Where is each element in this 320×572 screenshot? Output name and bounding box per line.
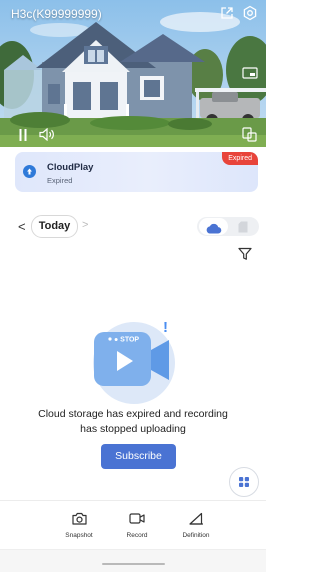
- next-day-button[interactable]: >: [82, 219, 88, 231]
- live-video-view[interactable]: H3c(K99999999): [0, 0, 266, 147]
- cloudplay-card[interactable]: CloudPlay Expired Expired: [15, 152, 258, 192]
- cloud-expired-message: Cloud storage has expired and recording …: [20, 407, 246, 437]
- date-selector[interactable]: Today: [31, 215, 78, 238]
- video-frame-image: [0, 0, 266, 147]
- video-camera-icon: [107, 510, 167, 526]
- camera-icon: [49, 510, 109, 526]
- sd-card-icon[interactable]: [238, 220, 248, 238]
- recording-stopped-illustration: ● STOP !: [93, 319, 175, 404]
- record-label: Record: [126, 532, 148, 539]
- settings-icon[interactable]: [242, 5, 258, 21]
- filter-icon[interactable]: [238, 247, 252, 266]
- cloudplay-status: Expired: [47, 176, 73, 185]
- volume-icon[interactable]: [39, 128, 55, 141]
- system-nav-bar: [0, 549, 266, 572]
- multi-view-icon[interactable]: [242, 127, 257, 142]
- pause-icon[interactable]: [19, 129, 27, 141]
- record-button[interactable]: Record: [107, 510, 167, 539]
- expired-badge: Expired: [222, 152, 258, 165]
- alert-mark: !: [163, 319, 168, 336]
- stop-label: ● STOP: [114, 337, 139, 344]
- camera-name: H3c(K99999999): [11, 7, 102, 21]
- message-line-2: has stopped uploading: [80, 423, 186, 435]
- grid-menu-button[interactable]: [229, 467, 259, 497]
- snapshot-label: Snapshot: [65, 532, 93, 539]
- definition-icon: [166, 510, 226, 526]
- definition-label: Definition: [182, 532, 210, 539]
- subscribe-button[interactable]: Subscribe: [101, 444, 176, 469]
- cloud-upload-icon: [23, 165, 36, 178]
- home-indicator[interactable]: [102, 563, 165, 565]
- toolbar-divider: [0, 500, 266, 501]
- message-line-1: Cloud storage has expired and recording: [38, 408, 228, 420]
- snapshot-button[interactable]: Snapshot: [49, 510, 109, 539]
- cloudplay-title: CloudPlay: [47, 162, 94, 173]
- picture-in-picture-icon[interactable]: [242, 67, 258, 79]
- cloud-icon: [205, 221, 222, 239]
- grid-icon: [239, 477, 249, 487]
- previous-day-button[interactable]: <: [18, 219, 26, 234]
- definition-button[interactable]: Definition: [166, 510, 226, 539]
- share-icon[interactable]: [220, 6, 234, 20]
